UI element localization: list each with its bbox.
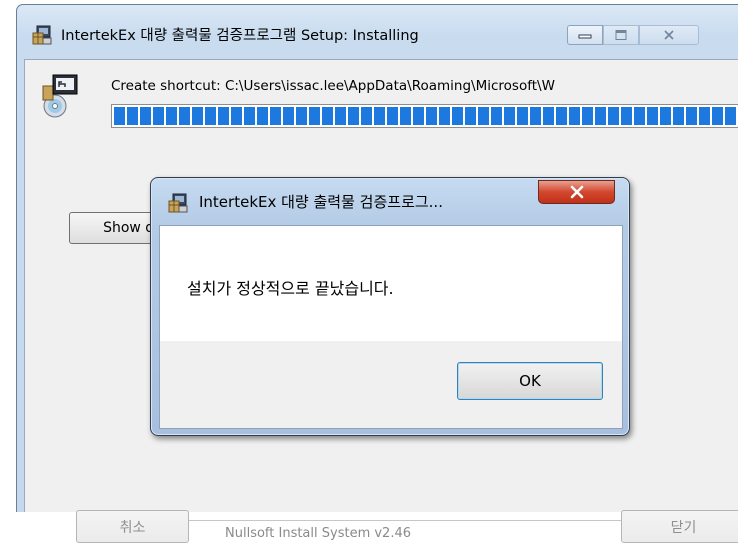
maximize-icon bbox=[615, 30, 627, 40]
caption-buttons bbox=[567, 25, 699, 47]
install-progress-bar bbox=[111, 104, 738, 128]
shortcut-cd-icon bbox=[39, 72, 83, 118]
maximize-button[interactable] bbox=[603, 25, 639, 45]
window-close-button[interactable] bbox=[639, 25, 699, 45]
installer-title: IntertekEx 대량 출력물 검증프로그램 Setup: Installi… bbox=[61, 28, 419, 44]
message-box-title: IntertekEx 대량 출력물 검증프로그... bbox=[199, 193, 443, 211]
minimize-icon bbox=[578, 34, 592, 39]
ok-button[interactable]: OK bbox=[457, 362, 603, 400]
close-button[interactable]: 닫기 bbox=[621, 510, 738, 543]
nsis-branding-text: Nullsoft Install System v2.46 bbox=[225, 526, 412, 541]
installer-title-bar[interactable]: IntertekEx 대량 출력물 검증프로그램 Setup: Installi… bbox=[17, 5, 738, 67]
installer-package-icon bbox=[31, 24, 53, 46]
progress-fill bbox=[114, 107, 736, 125]
message-box-client: 설치가 정상적으로 끝났습니다. OK bbox=[159, 225, 623, 429]
cancel-button[interactable]: 취소 bbox=[76, 510, 189, 543]
close-icon bbox=[664, 30, 674, 40]
minimize-button[interactable] bbox=[567, 25, 603, 45]
completion-message-box: IntertekEx 대량 출력물 검증프로그... 설치가 정상적으로 끝났습… bbox=[150, 177, 630, 436]
install-status-text: Create shortcut: C:\Users\issac.lee\AppD… bbox=[111, 78, 555, 94]
close-x-icon bbox=[570, 185, 583, 199]
message-box-body: 설치가 정상적으로 끝났습니다. bbox=[160, 226, 622, 341]
installer-package-icon bbox=[167, 192, 189, 214]
message-box-close-button[interactable] bbox=[538, 180, 615, 204]
completion-message: 설치가 정상적으로 끝났습니다. bbox=[187, 279, 394, 298]
